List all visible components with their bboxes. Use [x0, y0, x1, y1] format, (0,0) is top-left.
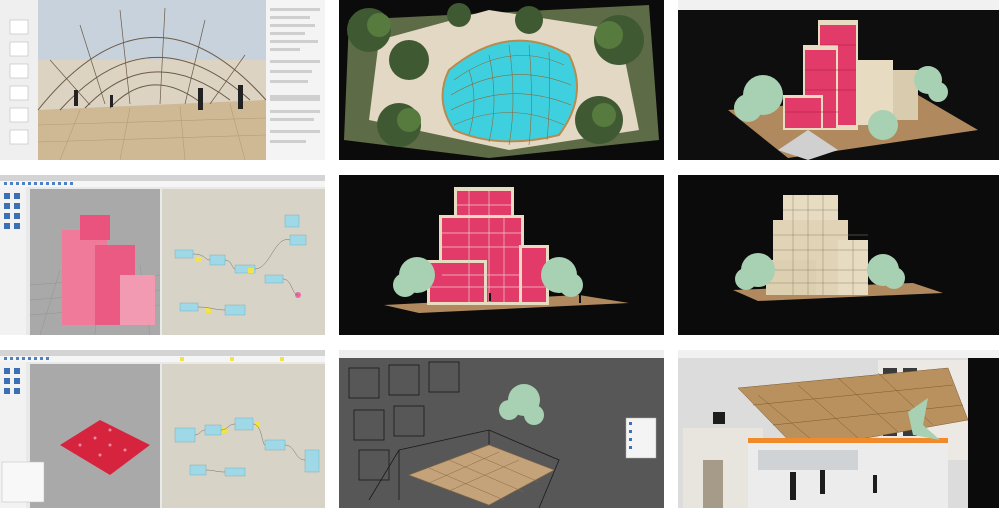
menu-bar[interactable]: [0, 175, 325, 181]
panel-rhino-grasshopper-pavilion: [0, 350, 325, 508]
menu-bar[interactable]: [0, 350, 325, 356]
beige-facade-render-image: [678, 175, 999, 335]
panel-canopy-interior: [678, 350, 999, 508]
rhino-grasshopper-facade-image: [0, 175, 325, 335]
gridshell-interior-image: [0, 0, 325, 160]
panel-gridshell-aerial: [339, 0, 664, 160]
rhino-grasshopper-pavilion-image: [0, 350, 325, 508]
gridshell-aerial-image: [339, 0, 664, 160]
layers-popup[interactable]: [1, 461, 45, 503]
rhino-tools[interactable]: [0, 187, 26, 335]
panel-rhino-grasshopper-facade: [0, 175, 325, 335]
panel-wireframe-canopy: [339, 350, 664, 508]
toolbar[interactable]: [678, 0, 999, 10]
pink-facade-render-image: [339, 175, 664, 335]
panel-pink-tower-model: [678, 0, 999, 160]
wireframe-canopy-image: [339, 350, 664, 508]
panel-beige-facade-render: [678, 175, 999, 335]
canopy-interior-image: [678, 350, 999, 508]
panel-gridshell-interior: [0, 0, 325, 160]
panel-pink-facade-render: [339, 175, 664, 335]
toolbar[interactable]: [339, 350, 664, 358]
pink-tower-model-image: [678, 0, 999, 160]
toolbar[interactable]: [678, 350, 999, 358]
